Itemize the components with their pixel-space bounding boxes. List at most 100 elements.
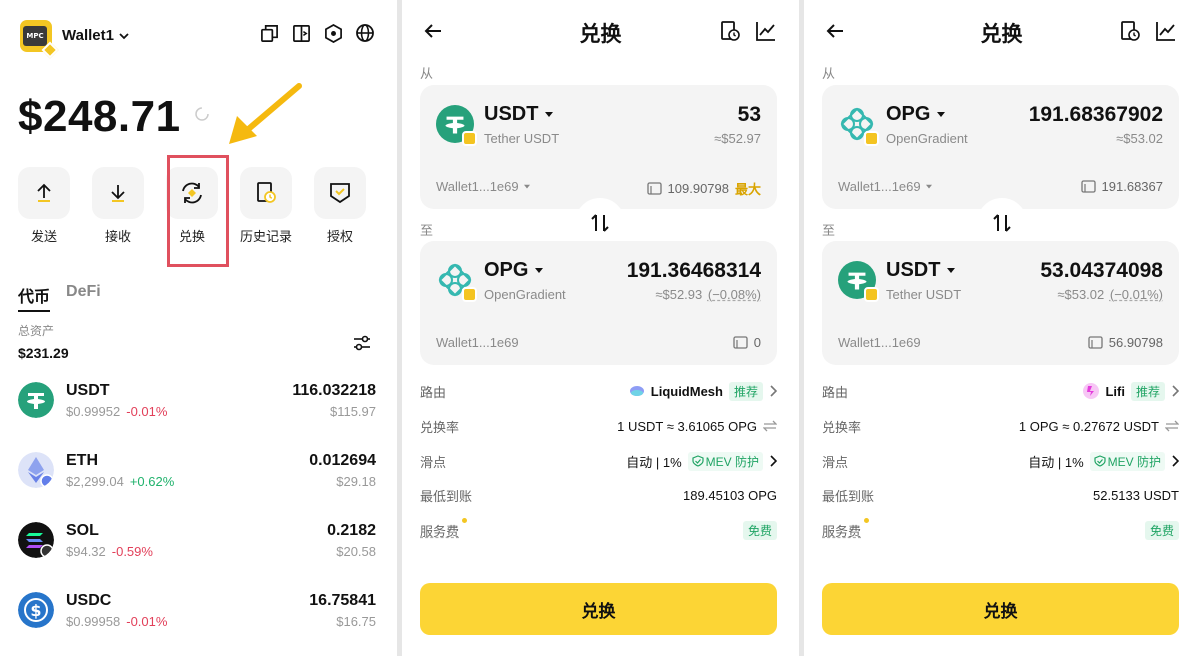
chart-icon[interactable] (755, 20, 777, 42)
wallet-selector[interactable]: Wallet1 (62, 27, 130, 44)
from-card[interactable]: USDT Tether USDT 53 ≈$52.97 Wallet1...1e… (420, 85, 777, 209)
from-token-selector[interactable]: OPG (886, 103, 946, 126)
scan-icon[interactable] (291, 23, 311, 43)
token-change: -0.01% (126, 614, 168, 629)
caret-down-icon (535, 267, 544, 273)
svg-text:$: $ (30, 601, 41, 620)
usdt-token-logo (838, 261, 879, 302)
exchange-icon[interactable] (1165, 420, 1179, 432)
tab-defi[interactable]: DeFi (66, 283, 101, 312)
token-usd: $115.97 (329, 404, 376, 419)
token-usd: $29.18 (336, 474, 376, 489)
from-wallet-selector[interactable]: Wallet1...1e69 (838, 179, 933, 194)
token-row-usdt[interactable]: USDT $0.99952 -0.01% 116.032218 $115.97 (18, 380, 376, 430)
token-change: +0.62% (129, 474, 175, 489)
from-token-name: Tether USDT (484, 131, 560, 146)
route-label: 路由 (420, 384, 447, 400)
from-token-selector[interactable]: USDT (484, 103, 554, 126)
slippage-label: 滑点 (420, 454, 447, 470)
chain-badge-icon (462, 131, 477, 146)
refresh-icon[interactable] (194, 106, 210, 122)
history-icon[interactable] (1119, 20, 1141, 42)
receive-button[interactable]: 接收 (92, 167, 144, 245)
to-amount: 53.04374098 (1040, 259, 1163, 282)
chain-badge-icon (864, 131, 879, 146)
mev-protection: MEV 防护 (705, 454, 759, 469)
from-card[interactable]: OPG OpenGradient 191.68367902 ≈$53.02 Wa… (822, 85, 1179, 209)
filter-icon[interactable] (352, 333, 372, 353)
swap-submit-button[interactable]: 兑换 (822, 583, 1179, 635)
fee-value: 免费 (1144, 520, 1179, 540)
from-amount-input[interactable]: 191.68367902 (1029, 103, 1163, 127)
receive-icon (111, 185, 125, 202)
rate-value: 1 USDT ≈ 3.61065 OPG (617, 418, 757, 434)
token-row-sol[interactable]: SOL $94.32 -0.59% 0.2182 $20.58 (18, 520, 376, 570)
to-token-selector[interactable]: USDT (886, 259, 956, 282)
to-token-symbol: OPG (484, 259, 529, 281)
min-received-row: 最低到账 189.45103 OPG (420, 485, 777, 505)
token-price: $0.99952 (66, 404, 121, 419)
token-amount: 116.032218 (292, 382, 376, 399)
fee-row: 服务费 免费 (420, 517, 777, 540)
to-token-symbol: USDT (886, 259, 941, 281)
security-icon[interactable] (323, 23, 343, 43)
fee-label[interactable]: 服务费 (420, 524, 459, 539)
from-label: 从 (420, 66, 434, 81)
token-usd: $20.58 (336, 544, 376, 559)
slippage-row[interactable]: 滑点 自动 | 1% MEV 防护 (822, 451, 1179, 471)
to-token-name: Tether USDT (886, 287, 962, 302)
token-row-eth[interactable]: ETH $2,299.04 +0.62% 0.012694 $29.18 (18, 450, 376, 500)
to-card[interactable]: OPG OpenGradient 191.36468314 ≈$52.93 (−… (420, 241, 777, 365)
to-token-selector[interactable]: OPG (484, 259, 544, 282)
chevron-down-icon (119, 32, 129, 39)
swap-submit-button[interactable]: 兑换 (420, 583, 777, 635)
send-button[interactable]: 发送 (18, 167, 70, 245)
chart-icon[interactable] (1155, 20, 1177, 42)
slippage-value: 自动 | 1% (626, 454, 682, 470)
exchange-icon[interactable] (763, 420, 777, 432)
globe-icon[interactable] (355, 23, 375, 43)
wallet-icon (1080, 180, 1096, 193)
from-token-symbol: OPG (886, 103, 931, 125)
from-amount-input[interactable]: 53 (738, 103, 761, 127)
swap-arrows-icon (993, 214, 1011, 232)
to-label: 至 (420, 223, 434, 238)
caret-down-icon (947, 267, 956, 273)
token-row-usdc[interactable]: $ USDC $0.99958 -0.01% 16.75841 $16.75 (18, 590, 376, 640)
history-button[interactable]: 历史记录 (240, 167, 292, 245)
receive-label: 接收 (104, 229, 131, 244)
mev-protection: MEV 防护 (1107, 454, 1161, 469)
route-row[interactable]: 路由 LiquidMesh 推荐 (420, 381, 777, 401)
route-row[interactable]: 路由 Lifi 推荐 (822, 381, 1179, 401)
swap-panel-2: 兑换 从 OPG OpenGradient 191.68367902 ≈$53.… (804, 0, 1199, 656)
usdc-icon: $ (18, 592, 54, 628)
swap-highlight-box (167, 155, 229, 267)
eth-icon (18, 452, 54, 488)
from-wallet-selector[interactable]: Wallet1...1e69 (436, 179, 531, 194)
chain-badge-icon (462, 287, 477, 302)
wallet-avatar[interactable]: MPC (20, 20, 59, 59)
history-label: 历史记录 (240, 229, 293, 244)
history-icon[interactable] (719, 20, 741, 42)
authorize-label: 授权 (326, 229, 353, 244)
copy-icon[interactable] (259, 23, 279, 43)
shield-check-icon (1094, 455, 1106, 467)
shield-check-icon (692, 455, 704, 467)
to-card[interactable]: USDT Tether USDT 53.04374098 ≈$53.02 (−0… (822, 241, 1179, 365)
total-balance: $248.71 (18, 92, 181, 141)
usdt-icon (18, 382, 54, 418)
token-price: $2,299.04 (66, 474, 124, 489)
token-symbol: ETH (66, 452, 98, 469)
slippage-row[interactable]: 滑点 自动 | 1% MEV 防护 (420, 451, 777, 471)
wallet-logo-text: MPC (23, 26, 47, 46)
caret-down-icon (925, 184, 932, 188)
max-button[interactable]: 最大 (735, 179, 761, 198)
info-dot-icon (864, 517, 870, 523)
tab-tokens[interactable]: 代币 (18, 283, 51, 312)
authorize-button[interactable]: 授权 (314, 167, 366, 245)
fee-label[interactable]: 服务费 (822, 524, 861, 539)
chevron-right-icon (1172, 455, 1179, 467)
price-impact: (−0.08%) (707, 287, 761, 302)
rate-row: 兑换率 1 OPG ≈ 0.27672 USDT (822, 416, 1179, 436)
from-balance: 191.68367 (1101, 179, 1163, 194)
